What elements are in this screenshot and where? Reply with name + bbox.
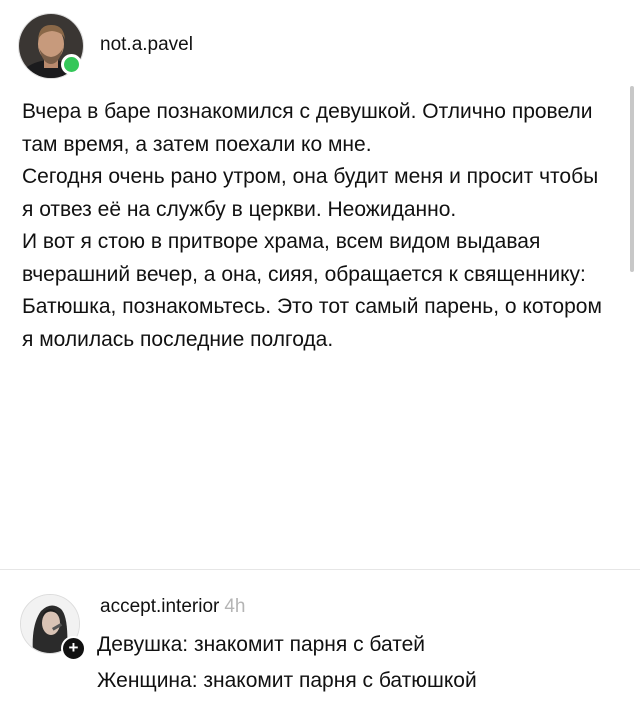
- comment-text: Девушка: знакомит парня с батей Женщина:…: [97, 627, 477, 699]
- post-text: Вчера в баре познакомился с девушкой. От…: [22, 96, 612, 356]
- comment-line: Женщина: знакомит парня с батюшкой: [97, 669, 477, 692]
- follow-plus-icon[interactable]: +: [61, 636, 86, 661]
- comment: + accept.interior 4h Девушка: знакомит па…: [0, 570, 640, 706]
- post-paragraph: Вчера в баре познакомился с девушкой. От…: [22, 100, 593, 156]
- post-paragraph: Сегодня очень рано утром, она будит меня…: [22, 165, 599, 221]
- comment-time: 4h: [224, 596, 246, 617]
- post: not.a.pavel Вчера в баре познакомился с …: [0, 0, 640, 570]
- online-indicator: [61, 54, 82, 75]
- post-paragraph: И вот я стою в притворе храма, всем видо…: [22, 230, 602, 351]
- commenter-username[interactable]: accept.interior: [100, 596, 219, 617]
- author-avatar[interactable]: [18, 13, 84, 79]
- scrollbar[interactable]: [630, 86, 634, 272]
- commenter-avatar[interactable]: +: [20, 594, 86, 666]
- author-username[interactable]: not.a.pavel: [100, 34, 193, 56]
- commenter-name-line: accept.interior 4h: [100, 596, 245, 618]
- comment-line: Девушка: знакомит парня с батей: [97, 633, 425, 656]
